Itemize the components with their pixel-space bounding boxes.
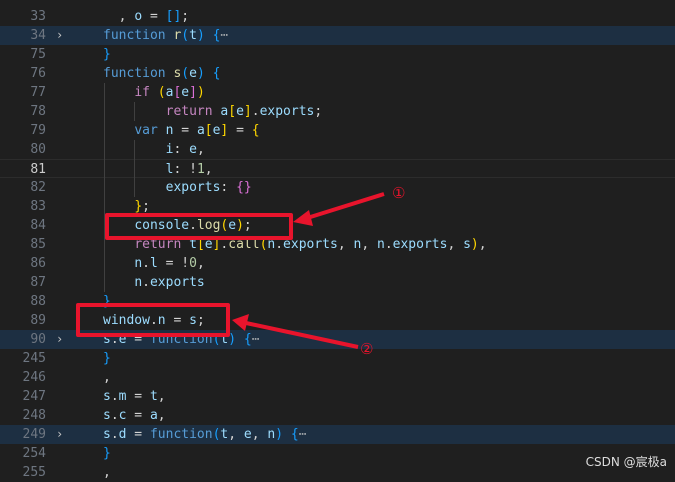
- highlight-box-window-n: [76, 303, 230, 337]
- highlight-box-console-log: [105, 213, 293, 240]
- annotation-label-1: ①: [392, 184, 406, 202]
- watermark: CSDN @宸极a: [585, 455, 667, 469]
- annotation-label-2: ②: [360, 340, 374, 358]
- arrow-2-line: [245, 321, 359, 349]
- arrow-1-head: [293, 210, 313, 226]
- annotation-arrows: [232, 192, 385, 349]
- arrow-2-head: [232, 314, 249, 331]
- arrow-1-line: [303, 192, 385, 221]
